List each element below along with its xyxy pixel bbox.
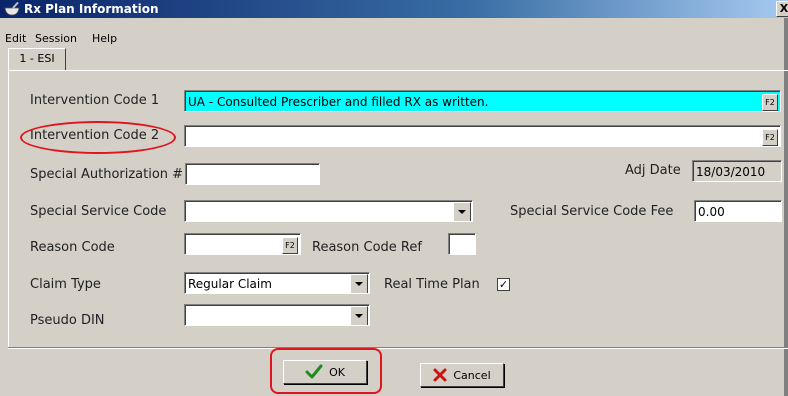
button-separator: [8, 347, 788, 349]
chevron-down-icon[interactable]: [453, 202, 471, 221]
claim-type-select[interactable]: Regular Claim: [184, 272, 370, 294]
adj-date-field: 18/03/2010: [692, 160, 782, 182]
menu-session[interactable]: Session: [35, 32, 77, 45]
real-time-plan-checkbox[interactable]: ✓: [497, 278, 510, 291]
close-icon[interactable]: X: [776, 1, 788, 17]
intervention-code-1-label: Intervention Code 1: [30, 93, 160, 108]
mortar-pestle-icon: [4, 2, 20, 16]
special-service-code-fee-label: Special Service Code Fee: [510, 204, 674, 219]
menu-edit[interactable]: Edit: [5, 32, 26, 45]
special-authorization-input[interactable]: [185, 163, 320, 185]
pseudo-din-select[interactable]: [184, 304, 370, 326]
intervention-code-1-value: UA - Consulted Prescriber and filled RX …: [188, 95, 489, 109]
adj-date-label: Adj Date: [625, 163, 681, 178]
cancel-button-label: Cancel: [453, 368, 491, 382]
intervention-code-2-field[interactable]: F2: [184, 125, 781, 147]
intervention-code-1-lookup-button[interactable]: F2: [762, 94, 778, 111]
chevron-down-icon[interactable]: [350, 274, 368, 293]
real-time-plan-label: Real Time Plan: [384, 277, 480, 292]
ok-button-label: OK: [329, 365, 345, 379]
checkmark-icon: [305, 364, 323, 379]
claim-type-label: Claim Type: [30, 277, 101, 292]
intervention-code-1-field[interactable]: UA - Consulted Prescriber and filled RX …: [184, 90, 781, 112]
reason-code-ref-label: Reason Code Ref: [312, 240, 422, 255]
ok-button[interactable]: OK: [283, 360, 367, 384]
special-authorization-label: Special Authorization #: [30, 167, 184, 182]
tab-1-esi[interactable]: 1 - ESI: [8, 48, 66, 71]
reason-code-field[interactable]: F2: [184, 233, 301, 255]
special-service-code-fee-input[interactable]: 0.00: [694, 200, 782, 222]
special-service-code-label: Special Service Code: [30, 204, 167, 219]
window-title: Rx Plan Information: [24, 2, 159, 16]
special-service-code-select[interactable]: [184, 200, 473, 222]
pseudo-din-label: Pseudo DIN: [30, 313, 105, 328]
menu-help[interactable]: Help: [92, 32, 117, 45]
reason-code-lookup-button[interactable]: F2: [282, 237, 298, 254]
rx-plan-window: Rx Plan Information X Edit Session Help …: [0, 0, 788, 396]
reason-code-ref-input[interactable]: [448, 233, 476, 255]
intervention-code-2-label: Intervention Code 2: [30, 128, 160, 143]
chevron-down-icon[interactable]: [350, 306, 368, 325]
reason-code-label: Reason Code: [30, 240, 115, 255]
title-bar: Rx Plan Information X: [0, 0, 788, 18]
tab-strip: 1 - ESI: [0, 48, 788, 71]
x-icon: [433, 368, 447, 382]
cancel-button[interactable]: Cancel: [420, 363, 504, 387]
intervention-code-2-lookup-button[interactable]: F2: [762, 129, 778, 146]
claim-type-value: Regular Claim: [188, 277, 272, 291]
